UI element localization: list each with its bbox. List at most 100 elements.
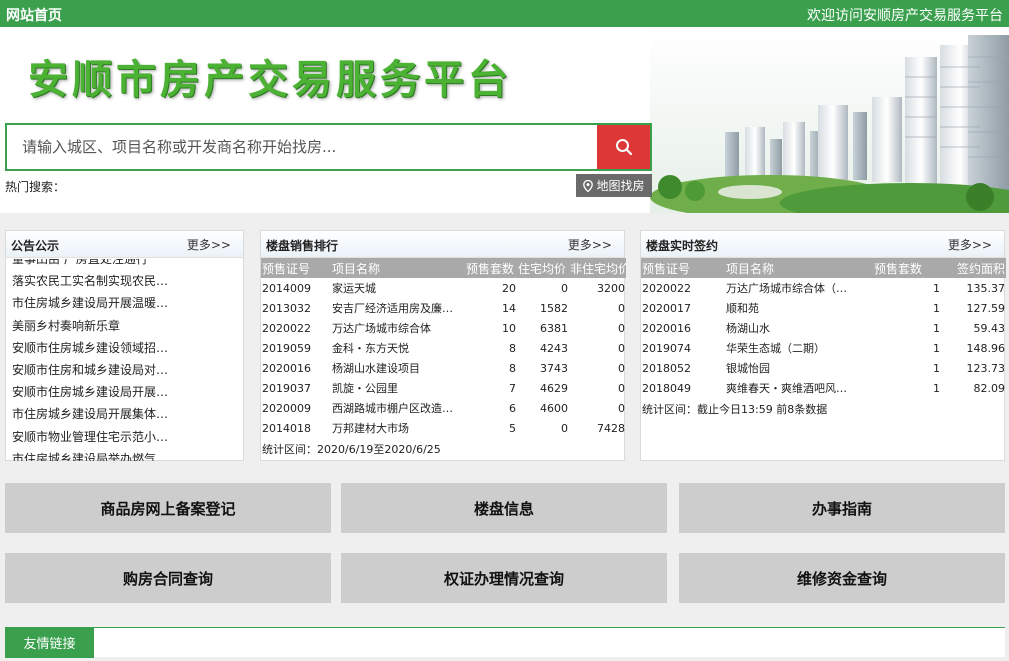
notice-item[interactable]: 安顺市住房城乡建设局开展… bbox=[12, 381, 244, 403]
cell-residential-avg: 0 bbox=[561, 421, 568, 435]
search-button[interactable] bbox=[597, 125, 650, 169]
table-row[interactable]: 2020017 顺和苑 1 127.59 bbox=[641, 298, 1006, 318]
home-link[interactable]: 网站首页 bbox=[6, 5, 62, 25]
table-row[interactable]: 2020022 万达广场城市综合体（… 1 135.37 bbox=[641, 278, 1006, 298]
cell-project-name[interactable]: 家运天城 bbox=[331, 278, 465, 298]
col-project-name: 项目名称 bbox=[725, 258, 873, 278]
table-row[interactable]: 2019074 华荣生态城（二期） 1 148.96 bbox=[641, 338, 1006, 358]
table-row[interactable]: 2019037 凯旋・公园里 7 4629 0 bbox=[261, 378, 626, 398]
cell-residential-avg: 3743 bbox=[540, 361, 568, 375]
notice-item[interactable]: 美丽乡村奏响新乐章 bbox=[12, 315, 244, 337]
signing-stat-period: 统计区间：截止今日13:59 前8条数据 bbox=[642, 403, 828, 416]
cell-signed-area: 135.37 bbox=[966, 281, 1006, 295]
sales-more-link[interactable]: 更多>> bbox=[568, 236, 612, 253]
search-input[interactable] bbox=[7, 125, 599, 169]
notice-list: 董事田由 广房直处注通行 落实农民工实名制实现农民… 市住房城乡建设局开展温暖…… bbox=[12, 259, 244, 461]
cell-presale-no: 2019074 bbox=[642, 341, 691, 355]
cell-project-name[interactable]: 万邦建材大市场 bbox=[331, 418, 465, 438]
cell-residential-avg: 0 bbox=[561, 281, 568, 295]
table-row[interactable]: 2020022 万达广场城市综合体 10 6381 0 bbox=[261, 318, 626, 338]
cell-presale-units: 1 bbox=[933, 301, 940, 315]
col-residential-avg: 住宅均价 bbox=[517, 258, 569, 278]
friend-links-tab[interactable]: 友情链接 bbox=[5, 627, 94, 658]
map-search-label: 地图找房 bbox=[596, 179, 645, 193]
notice-item[interactable]: 安顺市住房和城乡建设局对… bbox=[12, 359, 244, 381]
cell-residential-avg: 4243 bbox=[540, 341, 568, 355]
sales-table-header: 预售证号 项目名称 预售套数 住宅均价 非住宅均价 bbox=[261, 258, 626, 278]
cell-project-name[interactable]: 万达广场城市综合体（… bbox=[725, 278, 873, 298]
table-row[interactable]: 2014009 家运天城 20 0 3200 bbox=[261, 278, 626, 298]
notice-item[interactable]: 安顺市物业管理住宅示范小… bbox=[12, 426, 244, 448]
cell-presale-no: 2020016 bbox=[262, 361, 311, 375]
cell-project-name[interactable]: 安吉厂经济适用房及廉… bbox=[331, 298, 465, 318]
cell-residential-avg: 4600 bbox=[540, 401, 568, 415]
table-row[interactable]: 2020009 西湖路城市棚户区改造… 6 4600 0 bbox=[261, 398, 626, 418]
table-row[interactable]: 2014018 万邦建材大市场 5 0 7428 bbox=[261, 418, 626, 438]
table-row[interactable]: 2020016 杨湖山水建设项目 8 3743 0 bbox=[261, 358, 626, 378]
table-row[interactable]: 2019059 金科・东方天悦 8 4243 0 bbox=[261, 338, 626, 358]
cell-presale-units: 1 bbox=[933, 341, 940, 355]
col-presale-units: 预售套数 bbox=[873, 258, 941, 278]
cell-presale-no: 2020022 bbox=[262, 321, 311, 335]
cell-project-name[interactable]: 杨湖山水 bbox=[725, 318, 873, 338]
cell-nonresidential-avg: 0 bbox=[618, 341, 625, 355]
table-row[interactable]: 2018049 爽维春天・爽维酒吧风… 1 82.09 bbox=[641, 378, 1006, 398]
contract-query-button[interactable]: 购房合同查询 bbox=[5, 553, 331, 603]
table-row[interactable]: 2013032 安吉厂经济适用房及廉… 14 1582 0 bbox=[261, 298, 626, 318]
table-row[interactable]: 2018052 银城怡园 1 123.73 bbox=[641, 358, 1006, 378]
cell-project-name[interactable]: 顺和苑 bbox=[725, 298, 873, 318]
map-pin-icon bbox=[583, 179, 594, 192]
notice-item[interactable]: 安顺市住房城乡建设领域招… bbox=[12, 337, 244, 359]
cell-nonresidential-avg: 0 bbox=[618, 301, 625, 315]
cell-project-name[interactable]: 万达广场城市综合体 bbox=[331, 318, 465, 338]
cell-presale-no: 2014009 bbox=[262, 281, 311, 295]
notice-item[interactable]: 市住房城乡建设局开展集体… bbox=[12, 403, 244, 425]
cell-presale-no: 2018049 bbox=[642, 381, 691, 395]
sales-panel-header: 楼盘销售排行 更多>> bbox=[261, 231, 624, 258]
table-row[interactable]: 2020016 杨湖山水 1 59.43 bbox=[641, 318, 1006, 338]
cell-project-name[interactable]: 华荣生态城（二期） bbox=[725, 338, 873, 358]
service-guide-button[interactable]: 办事指南 bbox=[679, 483, 1005, 533]
cell-presale-no: 2019059 bbox=[262, 341, 311, 355]
cell-signed-area: 148.96 bbox=[966, 341, 1006, 355]
notice-item[interactable]: 董事田由 广房直处注通行 bbox=[12, 259, 244, 270]
property-info-button[interactable]: 楼盘信息 bbox=[341, 483, 667, 533]
col-presale-no: 预售证号 bbox=[641, 258, 725, 278]
cell-project-name[interactable]: 金科・东方天悦 bbox=[331, 338, 465, 358]
cell-presale-no: 2014018 bbox=[262, 421, 311, 435]
cell-presale-no: 2018052 bbox=[642, 361, 691, 375]
cell-project-name[interactable]: 杨湖山水建设项目 bbox=[331, 358, 465, 378]
notice-item[interactable]: 落实农民工实名制实现农民… bbox=[12, 270, 244, 292]
online-filing-button[interactable]: 商品房网上备案登记 bbox=[5, 483, 331, 533]
signing-table-header: 预售证号 项目名称 预售套数 签约面积 bbox=[641, 258, 1006, 278]
cell-presale-no: 2020009 bbox=[262, 401, 311, 415]
notice-item[interactable]: 市住房城乡建设局举办燃气… bbox=[12, 448, 244, 461]
cell-presale-units: 5 bbox=[509, 421, 516, 435]
notice-more-link[interactable]: 更多>> bbox=[187, 236, 231, 253]
col-presale-units: 预售套数 bbox=[465, 258, 517, 278]
signing-more-link[interactable]: 更多>> bbox=[948, 236, 992, 253]
cell-nonresidential-avg: 0 bbox=[618, 381, 625, 395]
cell-project-name[interactable]: 西湖路城市棚户区改造… bbox=[331, 398, 465, 418]
signing-panel-header: 楼盘实时签约 更多>> bbox=[641, 231, 1004, 258]
cell-signed-area: 82.09 bbox=[973, 381, 1006, 395]
cell-nonresidential-avg: 0 bbox=[618, 321, 625, 335]
cell-presale-units: 1 bbox=[933, 381, 940, 395]
top-bar: 网站首页 欢迎访问安顺房产交易服务平台 bbox=[0, 0, 1009, 27]
sales-ranking-panel: 楼盘销售排行 更多>> 预售证号 项目名称 预售套数 住宅均价 非住宅均价 20… bbox=[260, 230, 626, 461]
map-search-button[interactable]: 地图找房 bbox=[576, 174, 652, 197]
cell-project-name[interactable]: 爽维春天・爽维酒吧风… bbox=[725, 378, 873, 398]
cell-presale-no: 2019037 bbox=[262, 381, 311, 395]
cell-presale-units: 8 bbox=[509, 341, 516, 355]
notice-item[interactable]: 市住房城乡建设局开展温暖… bbox=[12, 292, 244, 314]
banner: 安顺市房产交易服务平台 请输入城区、项目名称或开发商名称开始找房... 热门搜索… bbox=[0, 27, 1009, 213]
maintenance-fund-button[interactable]: 维修资金查询 bbox=[679, 553, 1005, 603]
certificate-status-button[interactable]: 权证办理情况查询 bbox=[341, 553, 667, 603]
cell-project-name[interactable]: 银城怡园 bbox=[725, 358, 873, 378]
col-project-name: 项目名称 bbox=[331, 258, 465, 278]
notice-panel-title: 公告公示 bbox=[11, 239, 60, 253]
cell-signed-area: 123.73 bbox=[966, 361, 1006, 375]
welcome-text: 欢迎访问安顺房产交易服务平台 bbox=[807, 8, 1003, 24]
cell-project-name[interactable]: 凯旋・公园里 bbox=[331, 378, 465, 398]
cell-presale-units: 1 bbox=[933, 281, 940, 295]
